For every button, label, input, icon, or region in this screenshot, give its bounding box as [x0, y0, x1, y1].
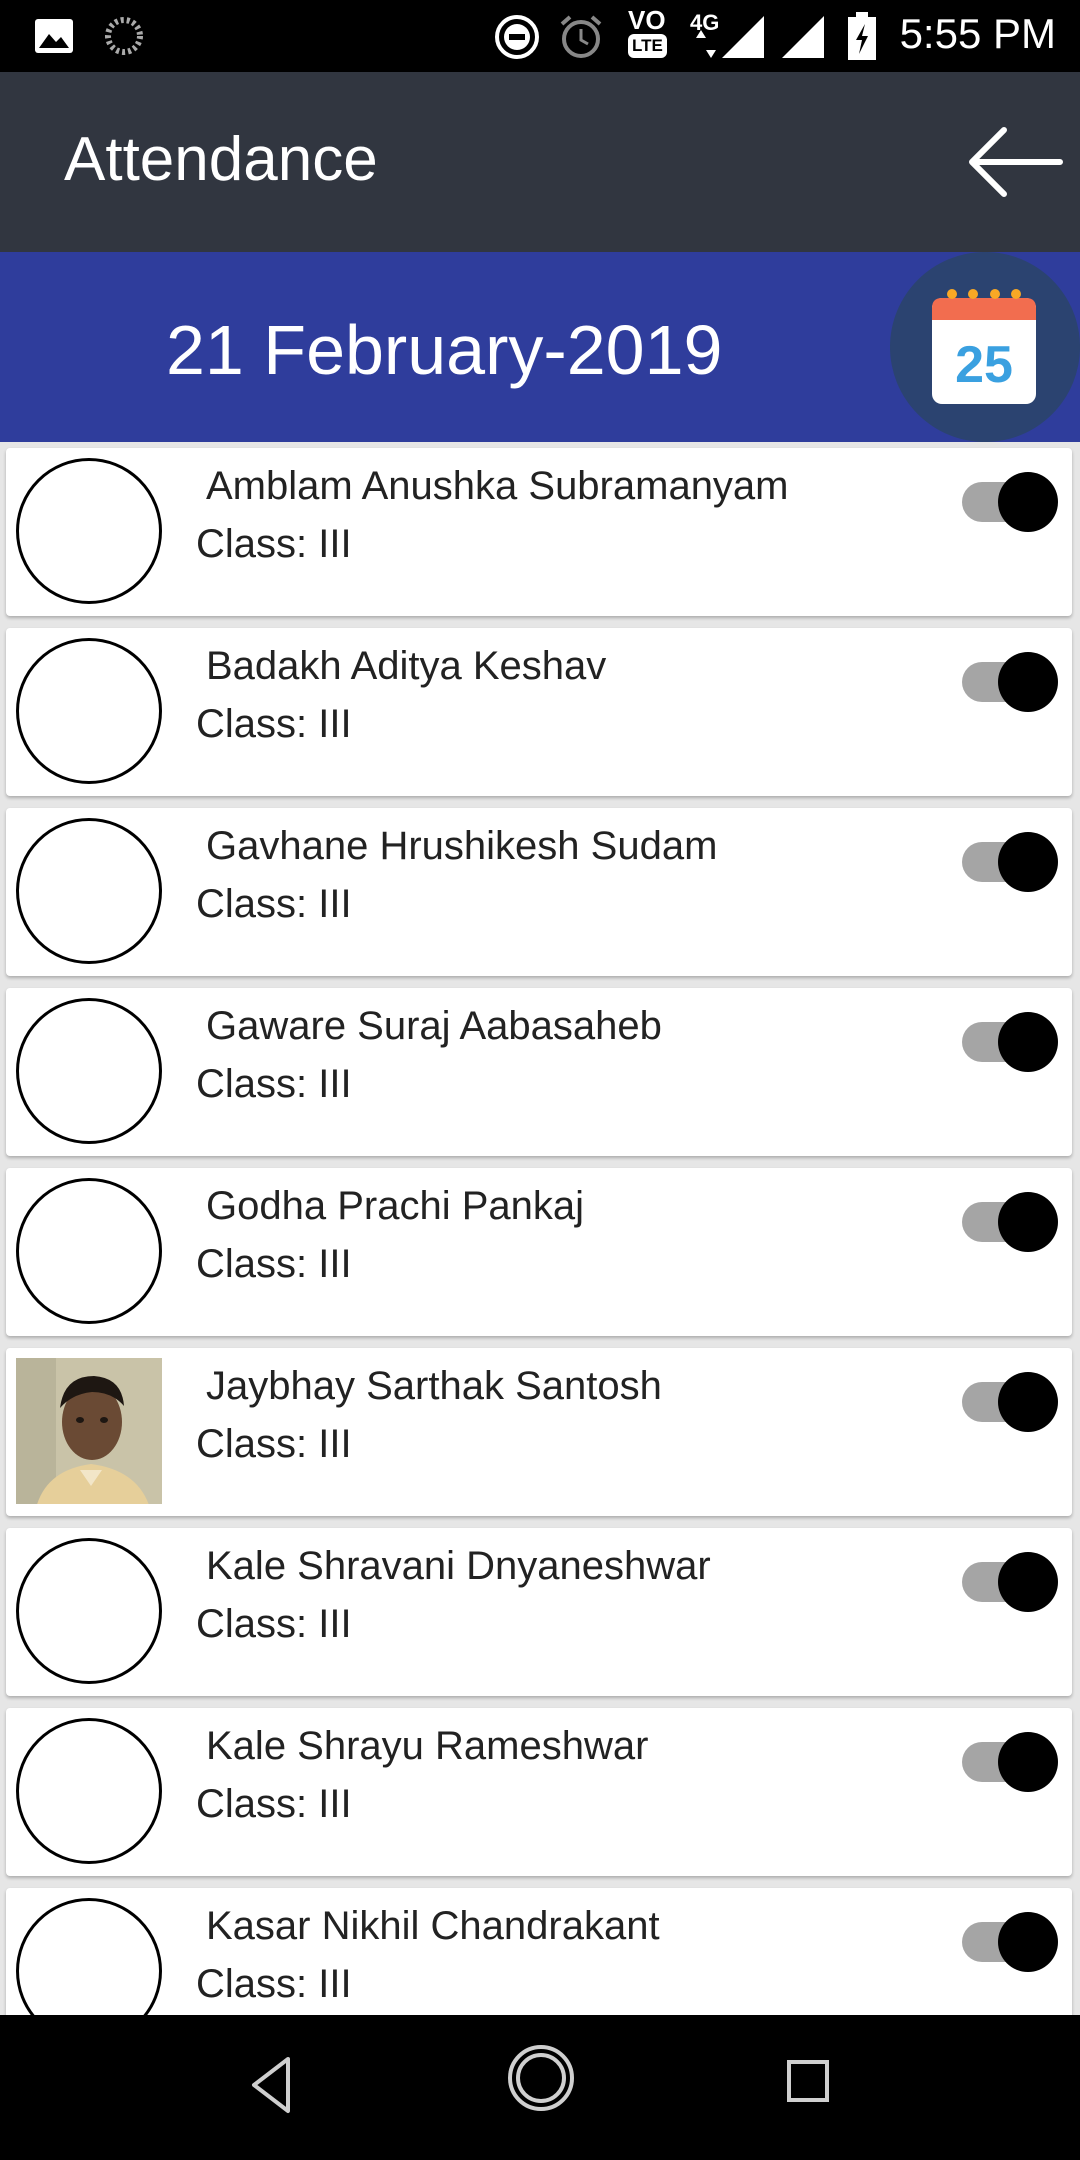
avatar: [16, 1718, 162, 1864]
list-item[interactable]: Jaybhay Sarthak Santosh Class: III: [6, 1348, 1072, 1516]
status-time: 5:55 PM: [899, 10, 1056, 57]
avatar: [16, 1898, 162, 2015]
student-list[interactable]: Amblam Anushka Subramanyam Class: III Ba…: [0, 442, 1080, 2015]
battery-charging-icon: [848, 12, 876, 60]
status-bar: VO LTE 4G 5:55 PM: [0, 0, 1080, 72]
attendance-toggle[interactable]: [958, 1730, 1058, 1794]
student-class: Class: III: [196, 1062, 352, 1106]
home-circle-icon[interactable]: [506, 2043, 576, 2113]
selected-date: 21 February-2019: [166, 311, 723, 389]
back-triangle-icon[interactable]: [248, 2053, 292, 2117]
avatar: [16, 1538, 162, 1684]
recents-square-icon[interactable]: [786, 2059, 830, 2103]
student-class: Class: III: [196, 1782, 352, 1826]
attendance-toggle[interactable]: [958, 1370, 1058, 1434]
dnd-icon: [495, 15, 539, 59]
calendar-day: 25: [955, 336, 1013, 394]
student-class: Class: III: [196, 1962, 352, 2006]
student-name: Godha Prachi Pankaj: [206, 1184, 585, 1228]
list-item[interactable]: Gavhane Hrushikesh Sudam Class: III: [6, 808, 1072, 976]
signal-icon-2: [782, 16, 824, 58]
avatar: [16, 818, 162, 964]
student-name: Badakh Aditya Keshav: [206, 644, 607, 688]
image-icon: [35, 19, 73, 53]
attendance-toggle[interactable]: [958, 830, 1058, 894]
student-class: Class: III: [196, 1242, 352, 1286]
attendance-toggle[interactable]: [958, 1010, 1058, 1074]
page-title: Attendance: [64, 125, 378, 194]
arrow-left-icon[interactable]: [960, 112, 1070, 212]
attendance-toggle[interactable]: [958, 650, 1058, 714]
alarm-icon: [560, 15, 602, 58]
signal-icon: [722, 16, 764, 58]
app-bar: Attendance: [0, 72, 1080, 252]
student-class: Class: III: [196, 882, 352, 926]
student-name: Gavhane Hrushikesh Sudam: [206, 824, 718, 868]
loading-icon: [105, 17, 143, 55]
student-photo: [16, 1358, 162, 1504]
attendance-toggle[interactable]: [958, 1550, 1058, 1614]
calendar-icon: 25: [932, 289, 1036, 404]
student-class: Class: III: [196, 1422, 352, 1466]
avatar: [16, 638, 162, 784]
avatar: [16, 458, 162, 604]
volte-icon: VO LTE: [628, 6, 680, 68]
student-name: Kale Shrayu Rameshwar: [206, 1724, 649, 1768]
avatar: [16, 1178, 162, 1324]
list-item[interactable]: Kale Shrayu Rameshwar Class: III: [6, 1708, 1072, 1876]
student-name: Gaware Suraj Aabasaheb: [206, 1004, 662, 1048]
date-bar: 21 February-2019 25: [0, 252, 1080, 442]
student-name: Kasar Nikhil Chandrakant: [206, 1904, 660, 1948]
attendance-toggle[interactable]: [958, 470, 1058, 534]
student-class: Class: III: [196, 522, 352, 566]
student-class: Class: III: [196, 1602, 352, 1646]
avatar: [16, 998, 162, 1144]
data-arrows-icon: [696, 30, 716, 58]
list-item[interactable]: Godha Prachi Pankaj Class: III: [6, 1168, 1072, 1336]
student-name: Jaybhay Sarthak Santosh: [206, 1364, 662, 1408]
list-item[interactable]: Gaware Suraj Aabasaheb Class: III: [6, 988, 1072, 1156]
nav-bar: [0, 2015, 1080, 2160]
list-item[interactable]: Kale Shravani Dnyaneshwar Class: III: [6, 1528, 1072, 1696]
calendar-button[interactable]: 25: [890, 252, 1080, 442]
student-class: Class: III: [196, 702, 352, 746]
student-name: Kale Shravani Dnyaneshwar: [206, 1544, 711, 1588]
list-item[interactable]: Kasar Nikhil Chandrakant Class: III: [6, 1888, 1072, 2015]
student-name: Amblam Anushka Subramanyam: [206, 464, 789, 508]
attendance-toggle[interactable]: [958, 1190, 1058, 1254]
list-item[interactable]: Badakh Aditya Keshav Class: III: [6, 628, 1072, 796]
attendance-toggle[interactable]: [958, 1910, 1058, 1974]
list-item[interactable]: Amblam Anushka Subramanyam Class: III: [6, 448, 1072, 616]
